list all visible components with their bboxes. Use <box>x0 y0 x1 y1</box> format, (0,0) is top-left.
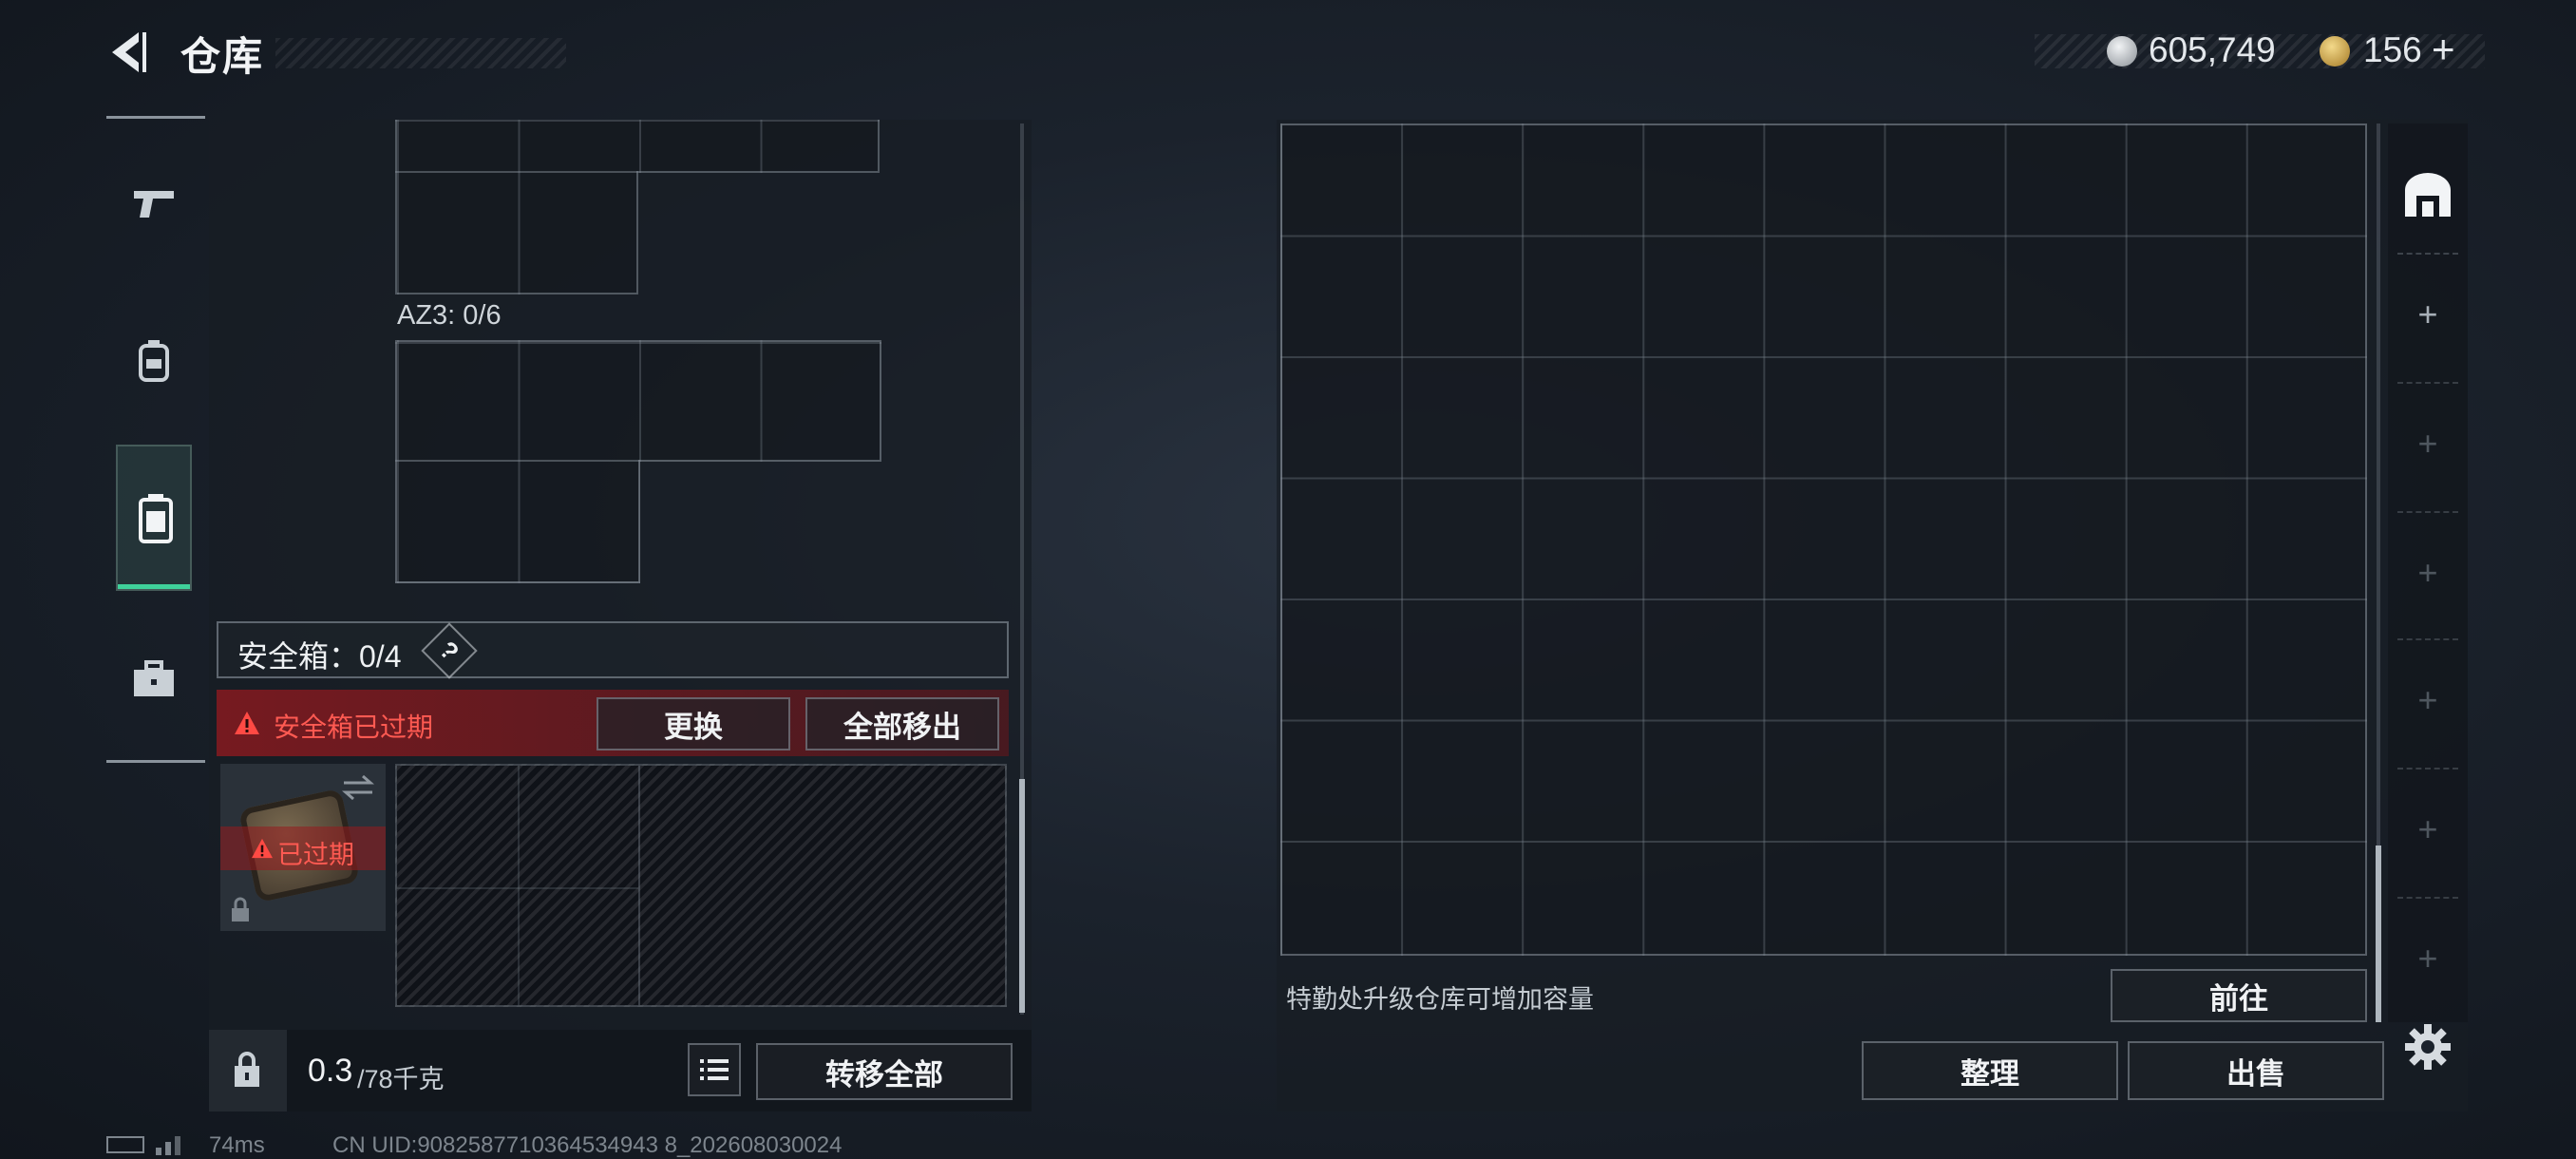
upgrade-hint: 特勤处升级仓库可增加容量 <box>1286 985 1594 1014</box>
sidebar-bottom-divider <box>106 760 205 763</box>
list-icon <box>700 1059 729 1080</box>
sell-button[interactable]: 出售 <box>2128 1041 2384 1100</box>
safebox-expired-text: 安全箱已过期 <box>274 712 434 742</box>
tab-add-slot-6[interactable]: + <box>2388 939 2468 978</box>
sidebar-item-backpack[interactable] <box>116 309 192 413</box>
left-scrollbar-thumb[interactable] <box>1019 779 1025 1013</box>
back-arrow-icon <box>112 32 146 72</box>
sidebar-item-weapons[interactable] <box>116 152 192 256</box>
az3-slot-grid-top[interactable] <box>395 340 881 462</box>
safebox-capacity-label: 安全箱：0/4 <box>237 639 402 674</box>
tab-slot-divider <box>2397 768 2458 771</box>
sidebar-top-divider <box>106 116 205 119</box>
warehouse-icon <box>2405 173 2451 217</box>
tab-add-slot-1[interactable]: + <box>2388 294 2468 334</box>
ping-text: 74ms <box>209 1132 265 1158</box>
warning-icon <box>252 838 273 859</box>
uid-text: CN UID:9082587710364534943 8_20260803002… <box>332 1132 843 1158</box>
sidebar-item-safebox[interactable] <box>116 445 192 591</box>
tab-add-slot-5[interactable]: + <box>2388 809 2468 849</box>
gear-icon <box>2405 1024 2451 1070</box>
silver-currency-value: 605,749 <box>2149 30 2276 69</box>
tab-slot-divider <box>2397 511 2458 515</box>
az3-slot-grid-bottom[interactable] <box>395 460 640 583</box>
silver-coin-icon <box>2107 36 2137 66</box>
sidebar-item-toolbox[interactable] <box>116 627 192 732</box>
tab-slot-divider <box>2397 253 2458 256</box>
weight-lock-icon <box>235 1052 259 1087</box>
safebox-header: 安全箱：0/4 ? <box>217 621 1009 679</box>
case-icon <box>139 494 173 543</box>
safebox-slot-divider <box>638 766 640 1005</box>
toolbox-icon <box>134 660 174 696</box>
goto-button[interactable]: 前往 <box>2111 969 2367 1022</box>
page-title: 仓库 <box>180 34 265 79</box>
tab-slot-divider <box>2397 382 2458 386</box>
tab-warehouse-main[interactable] <box>2388 142 2468 247</box>
safebox-locked-slots <box>395 764 1007 1007</box>
backpack-icon <box>139 340 169 382</box>
battery-icon <box>106 1136 144 1153</box>
settings-button[interactable] <box>2403 1022 2453 1072</box>
az3-label: AZ3: 0/6 <box>397 300 502 331</box>
right-scrollbar-thumb[interactable] <box>2376 846 2381 1022</box>
weight-capacity: /78千克 <box>357 1065 445 1093</box>
tab-slot-divider <box>2397 897 2458 901</box>
safebox-slot-divider <box>518 766 520 1005</box>
warehouse-grid[interactable] <box>1280 124 2367 956</box>
lock-icon <box>232 897 249 922</box>
tab-add-slot-4[interactable]: + <box>2388 680 2468 720</box>
weight-lock-box <box>209 1030 287 1112</box>
safebox-slot-divider <box>397 887 638 889</box>
gold-coin-icon <box>2320 36 2350 66</box>
signal-icon <box>156 1132 194 1155</box>
safebox-help-button[interactable]: ? <box>421 622 478 679</box>
warning-icon <box>235 712 259 734</box>
tab-add-slot-2[interactable]: + <box>2388 424 2468 464</box>
slot-grid-upper-a[interactable] <box>395 120 880 173</box>
add-currency-button[interactable]: + <box>2432 27 2455 72</box>
tab-slot-divider <box>2397 638 2458 642</box>
sort-button[interactable]: 整理 <box>1862 1041 2118 1100</box>
gold-currency-value: 156 <box>2363 30 2422 69</box>
back-button[interactable] <box>104 27 152 78</box>
slot-grid-upper-b[interactable] <box>395 171 638 294</box>
expired-badge-text: 已过期 <box>277 841 354 869</box>
tab-add-slot-3[interactable]: + <box>2388 553 2468 593</box>
pistol-icon <box>134 191 174 218</box>
weight-value: 0.3 <box>308 1053 353 1089</box>
replace-safebox-button[interactable]: 更换 <box>597 697 790 750</box>
transfer-all-button[interactable]: 转移全部 <box>756 1043 1013 1100</box>
safebox-item-slot[interactable]: 已过期 <box>220 764 386 931</box>
list-view-button[interactable] <box>688 1043 741 1096</box>
active-tab-indicator <box>118 584 190 589</box>
remove-all-button[interactable]: 全部移出 <box>805 697 999 750</box>
swap-icon[interactable] <box>342 773 374 802</box>
title-decoration <box>275 38 566 68</box>
